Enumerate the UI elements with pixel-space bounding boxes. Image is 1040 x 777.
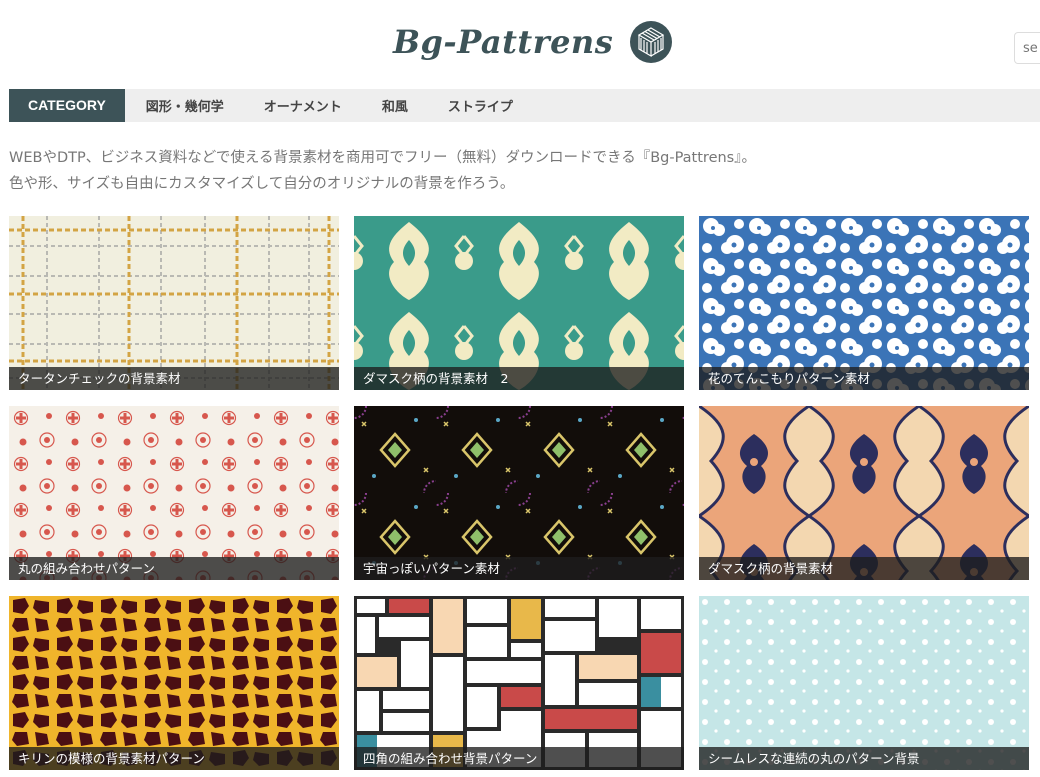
card-caption[interactable]: 丸の組み合わせパターン [9,557,339,580]
giraffe-pattern-image [9,596,339,770]
pattern-card-circles[interactable]: 丸の組み合わせパターン [9,406,339,580]
dots-pattern-image [699,596,1029,770]
squares-pattern-image [354,596,684,770]
card-caption[interactable]: キリンの模様の背景素材パターン [9,747,339,770]
pattern-card-dots[interactable]: シームレスな連続の丸のパターン背景 [699,596,1029,770]
pattern-card-tartan[interactable]: タータンチェックの背景素材 [9,216,339,390]
tartan-pattern-image [9,216,339,390]
category-label[interactable]: CATEGORY [9,89,125,122]
card-caption[interactable]: タータンチェックの背景素材 [9,367,339,390]
pattern-card-damask-2[interactable]: ダマスク柄の背景素材 2 [354,216,684,390]
nav-item-japanese[interactable]: 和風 [382,96,408,115]
card-caption[interactable]: ダマスク柄の背景素材 2 [354,367,684,390]
flowers-pattern-image [699,216,1029,390]
card-caption[interactable]: ダマスク柄の背景素材 [699,557,1029,580]
site-title[interactable]: Bg-Pattrens [393,23,613,61]
pattern-card-giraffe[interactable]: キリンの模様の背景素材パターン [9,596,339,770]
site-logo[interactable]: Bg-Pattrens [393,20,673,64]
card-caption[interactable]: 四角の組み合わせ背景パターン [354,747,684,770]
pattern-card-flowers[interactable]: 花のてんこもりパターン素材 [699,216,1029,390]
card-caption[interactable]: 花のてんこもりパターン素材 [699,367,1029,390]
damask-teal-pattern-image [354,216,684,390]
space-pattern-image [354,406,684,580]
circles-pattern-image [9,406,339,580]
nav-item-geometric[interactable]: 図形・幾何学 [146,96,224,115]
logo-cube-icon [630,21,673,63]
pattern-card-squares[interactable]: 四角の組み合わせ背景パターン [354,596,684,770]
site-header: Bg-Pattrens [0,0,1040,88]
damask-orange-pattern-image [699,406,1029,580]
card-caption[interactable]: 宇宙っぽいパターン素材 [354,557,684,580]
intro-text: WEBやDTP、ビジネス資料などで使える背景素材を商用可でフリー（無料）ダウンロ… [9,145,756,197]
nav-item-ornament[interactable]: オーナメント [264,96,342,115]
nav-item-stripe[interactable]: ストライプ [448,96,513,115]
pattern-card-space[interactable]: 宇宙っぽいパターン素材 [354,406,684,580]
pattern-card-damask[interactable]: ダマスク柄の背景素材 [699,406,1029,580]
search-input[interactable] [1014,32,1040,64]
category-nav: CATEGORY 図形・幾何学 オーナメント 和風 ストライプ [9,89,1040,122]
intro-line-1: WEBやDTP、ビジネス資料などで使える背景素材を商用可でフリー（無料）ダウンロ… [9,150,756,166]
intro-line-2: 色や形、サイズも自由にカスタマイズして自分のオリジナルの背景を作ろう。 [9,176,515,192]
card-caption[interactable]: シームレスな連続の丸のパターン背景 [699,747,1029,770]
